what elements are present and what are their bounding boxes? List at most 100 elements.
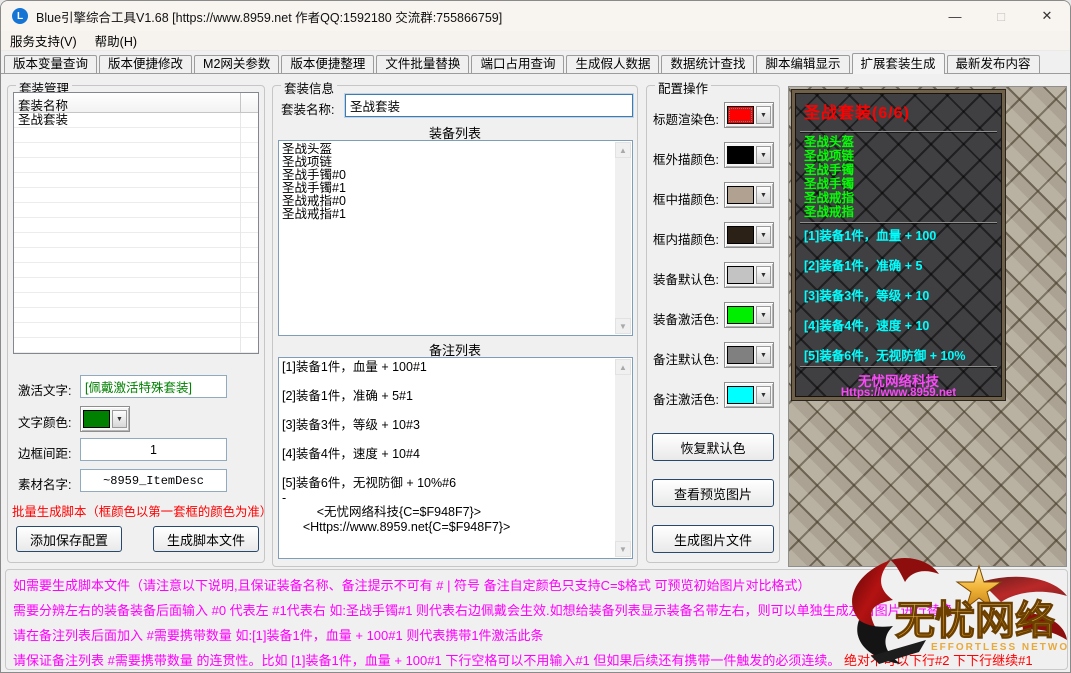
equipment-list-textarea[interactable]: 圣战头盔 圣战项链 圣战手镯#0 圣战手镯#1 圣战戒指#0 圣战戒指#1 ▲ … xyxy=(278,140,633,336)
title-render-color-label: 标题渲染色: xyxy=(653,109,719,128)
scroll-down-icon[interactable]: ▼ xyxy=(615,541,631,557)
chevron-down-icon[interactable]: ▼ xyxy=(756,106,771,124)
tab-extended-set-generation[interactable]: 扩展套装生成 xyxy=(852,53,945,74)
frame-middle-color-picker[interactable]: ▼ xyxy=(724,182,774,208)
tab-port-usage-query[interactable]: 端口占用查询 xyxy=(471,55,564,73)
note-default-color-picker[interactable]: ▼ xyxy=(724,342,774,368)
generate-script-file-button[interactable]: 生成脚本文件 xyxy=(153,526,259,552)
batch-script-note: 批量生成脚本（框颜色以第一套框的颜色为准） xyxy=(12,502,272,520)
tab-data-statistics-search[interactable]: 数据统计查找 xyxy=(661,55,754,73)
set-name-input[interactable]: 圣战套装 xyxy=(345,94,633,117)
restore-default-colors-button[interactable]: 恢复默认色 xyxy=(652,433,774,461)
frame-outer-color-picker[interactable]: ▼ xyxy=(724,142,774,168)
note-active-color-picker[interactable]: ▼ xyxy=(724,382,774,408)
tab-version-variable-query[interactable]: 版本变量查询 xyxy=(4,55,97,73)
notes-list-content: [1]装备1件，血量 + 100#1 [2]装备1件，准确 + 5#1 [3]装… xyxy=(282,360,612,556)
text-color-label: 文字颜色: xyxy=(18,412,71,431)
scroll-up-icon[interactable]: ▲ xyxy=(615,359,631,375)
activate-text-label: 激活文字: xyxy=(18,380,71,399)
equipment-list-content: 圣战头盔 圣战项链 圣战手镯#0 圣战手镯#1 圣战戒指#0 圣战戒指#1 xyxy=(282,143,612,333)
equip-active-color-label: 装备激活色: xyxy=(653,309,719,328)
window-controls: — □ ✕ xyxy=(932,1,1070,31)
instructions-panel: 如需要生成脚本文件（请注意以下说明,且保证装备名称、备注提示不可有 # | 符号… xyxy=(5,569,1068,670)
tab-version-quick-modify[interactable]: 版本便捷修改 xyxy=(99,55,192,73)
notes-scrollbar[interactable]: ▲ ▼ xyxy=(615,359,631,557)
set-name-label: 套装名称: xyxy=(281,99,334,118)
window-title: Blue引擎综合工具V1.68 [https://www.8959.net 作者… xyxy=(36,7,502,26)
tab-script-edit-display[interactable]: 脚本编辑显示 xyxy=(756,55,849,73)
frame-inner-color-picker[interactable]: ▼ xyxy=(724,222,774,248)
separator xyxy=(800,366,997,367)
chevron-down-icon[interactable]: ▼ xyxy=(756,226,771,244)
dragon-swoosh xyxy=(852,560,893,630)
preview-item-list: 圣战头盔 圣战项链 圣战手镯 圣战手镯 圣战戒指 圣战戒指 xyxy=(804,135,854,219)
chevron-down-icon[interactable]: ▼ xyxy=(756,186,771,204)
equip-default-color-picker[interactable]: ▼ xyxy=(724,262,774,288)
view-preview-image-button[interactable]: 查看预览图片 xyxy=(652,479,774,507)
chevron-down-icon[interactable]: ▼ xyxy=(756,306,771,324)
config-operations-group: 配置操作 标题渲染色: ▼ 框外描颜色: ▼ 框中描颜色: ▼ 框内描颜色: ▼… xyxy=(646,85,780,563)
frame-middle-color-label: 框中描颜色: xyxy=(653,189,719,208)
title-render-color-picker[interactable]: ▼ xyxy=(724,102,774,128)
menu-bar: 服务支持(V) 帮助(H) xyxy=(1,31,1070,51)
border-gap-label: 边框间距: xyxy=(18,443,71,462)
set-info-legend: 套装信息 xyxy=(281,78,337,97)
chevron-down-icon[interactable]: ▼ xyxy=(112,410,127,428)
preview-footer-url: Https://www.8959.net xyxy=(795,387,1002,399)
tab-generate-fake-data[interactable]: 生成假人数据 xyxy=(566,55,659,73)
set-list-header[interactable]: 套装名称 xyxy=(14,93,258,113)
menu-help[interactable]: 帮助(H) xyxy=(86,31,146,50)
frame-middle-color-swatch xyxy=(727,186,754,204)
note-active-color-swatch xyxy=(727,386,754,404)
frame-inner-color-label: 框内描颜色: xyxy=(653,229,719,248)
minimize-button[interactable]: — xyxy=(932,1,978,31)
notes-list-textarea[interactable]: [1]装备1件，血量 + 100#1 [2]装备1件，准确 + 5#1 [3]装… xyxy=(278,357,633,559)
menu-service-support[interactable]: 服务支持(V) xyxy=(1,31,86,50)
text-color-picker[interactable]: ▼ xyxy=(80,406,130,432)
equip-active-color-swatch xyxy=(727,306,754,324)
tab-latest-release[interactable]: 最新发布内容 xyxy=(947,55,1040,73)
tab-file-batch-replace[interactable]: 文件批量替换 xyxy=(376,55,469,73)
chevron-down-icon[interactable]: ▼ xyxy=(756,386,771,404)
tab-version-quick-organize[interactable]: 版本便捷整理 xyxy=(281,55,374,73)
set-list[interactable]: 套装名称 圣战套装 xyxy=(13,92,259,354)
frame-inner-color-swatch xyxy=(727,226,754,244)
equip-active-color-picker[interactable]: ▼ xyxy=(724,302,774,328)
app-icon: L xyxy=(12,8,28,24)
config-operations-legend: 配置操作 xyxy=(655,78,711,97)
instruction-line-2: 需要分辨左右的装备装备后面输入 #0 代表左 #1代表右 如:圣战手镯#1 则代… xyxy=(13,600,1063,619)
scroll-down-icon[interactable]: ▼ xyxy=(615,318,631,334)
equip-default-color-label: 装备默认色: xyxy=(653,269,719,288)
activate-text-input[interactable]: [佩戴激活特殊套装] xyxy=(80,375,227,398)
tab-m2-gateway-params[interactable]: M2网关参数 xyxy=(194,55,279,73)
generate-image-file-button[interactable]: 生成图片文件 xyxy=(652,525,774,553)
border-gap-input[interactable]: 1 xyxy=(80,438,227,461)
instruction-line-1: 如需要生成脚本文件（请注意以下说明,且保证装备名称、备注提示不可有 # | 符号… xyxy=(13,575,1063,594)
column-divider xyxy=(240,113,241,353)
add-save-config-button[interactable]: 添加保存配置 xyxy=(16,526,122,552)
chevron-down-icon[interactable]: ▼ xyxy=(756,146,771,164)
note-active-color-label: 备注激活色: xyxy=(653,389,719,408)
maximize-button[interactable]: □ xyxy=(978,1,1024,31)
chevron-down-icon[interactable]: ▼ xyxy=(756,346,771,364)
close-button[interactable]: ✕ xyxy=(1024,1,1070,31)
equipment-scrollbar[interactable]: ▲ ▼ xyxy=(615,142,631,334)
note-default-color-swatch xyxy=(727,346,754,364)
preview-image: 圣战套装(6/6) 圣战头盔 圣战项链 圣战手镯 圣战手镯 圣战戒指 圣战戒指 … xyxy=(788,86,1067,567)
instruction-line-4-main: 请保证备注列表 #需要携带数量 的连贯性。比如 [1]装备1件，血量 + 100… xyxy=(13,653,840,668)
frame-outer-color-label: 框外描颜色: xyxy=(653,149,719,168)
set-list-body: 圣战套装 xyxy=(14,113,258,353)
separator xyxy=(800,222,997,223)
material-name-input[interactable]: ~8959_ItemDesc xyxy=(80,469,227,492)
instruction-line-3: 请在备注列表后面加入 #需要携带数量 如:[1]装备1件，血量 + 100#1 … xyxy=(13,625,1063,644)
title-bar: L Blue引擎综合工具V1.68 [https://www.8959.net … xyxy=(1,1,1070,31)
set-name-column-header[interactable]: 套装名称 xyxy=(14,93,241,112)
text-color-swatch xyxy=(83,410,110,428)
set-list-row[interactable]: 圣战套装 xyxy=(14,113,258,128)
scroll-up-icon[interactable]: ▲ xyxy=(615,142,631,158)
preview-note-list: [1]装备1件，血量 + 100 [2]装备1件，准确 + 5 [3]装备3件，… xyxy=(804,229,966,364)
separator xyxy=(800,131,997,132)
equip-default-color-swatch xyxy=(727,266,754,284)
app-window: L Blue引擎综合工具V1.68 [https://www.8959.net … xyxy=(0,0,1071,673)
chevron-down-icon[interactable]: ▼ xyxy=(756,266,771,284)
